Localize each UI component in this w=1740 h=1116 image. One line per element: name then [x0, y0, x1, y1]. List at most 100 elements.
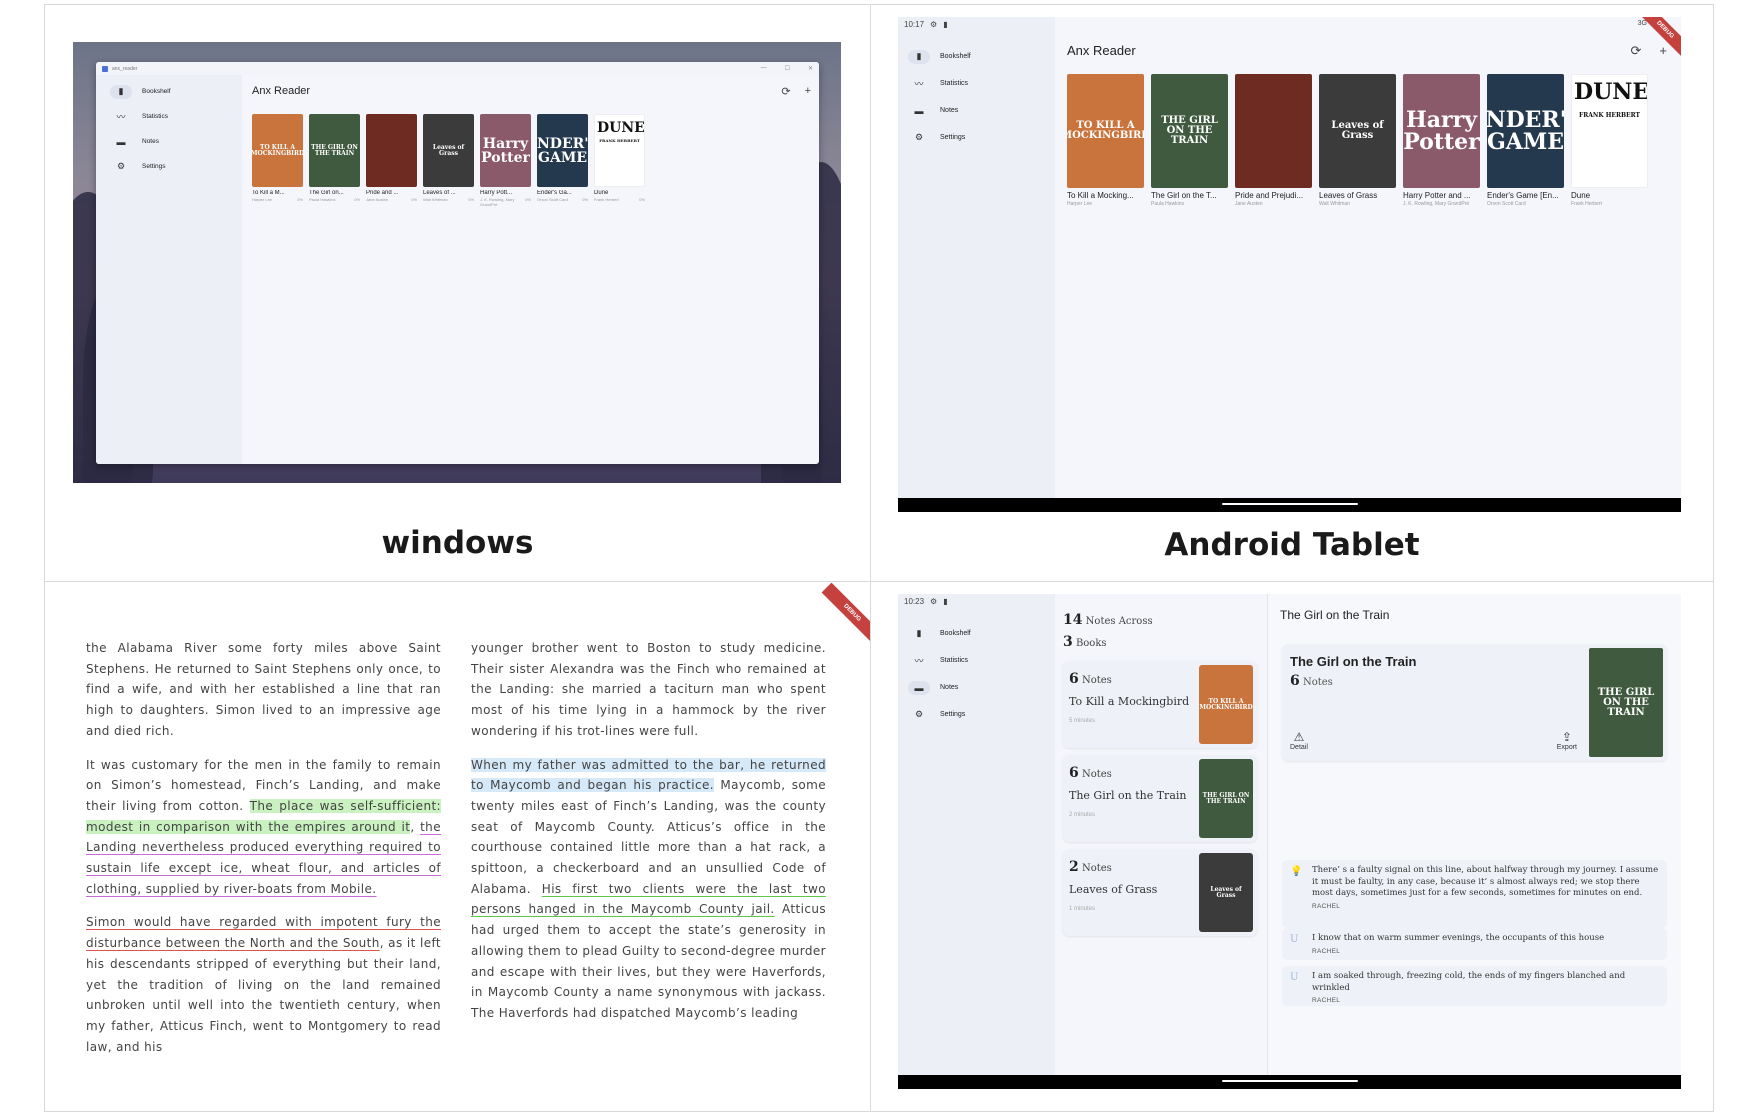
- book-card[interactable]: DUNE FRANK HERBERT Dune Frank Herbert 0%: [594, 114, 645, 207]
- book-author: Orson Scott Card: [537, 197, 568, 202]
- book-cover: DUNE FRANK HERBERT: [594, 114, 645, 187]
- clock: 10:23: [904, 597, 925, 606]
- book-progress: 0%: [525, 197, 531, 202]
- book-progress: 0%: [468, 197, 474, 202]
- notes-count-label: Notes: [1302, 677, 1333, 688]
- paragraph[interactable]: When my father was admitted to the bar, …: [471, 755, 826, 1024]
- book-card[interactable]: THE GIRL ON THE TRAIN The Girl on the T..…: [1151, 74, 1228, 207]
- export-button[interactable]: ⇪ Export: [1557, 730, 1577, 751]
- book-notes-card[interactable]: 2 Notes Leaves of Grass 1 minutes Leaves of…: [1063, 849, 1257, 936]
- book-cover: THE GIRL ON THE TRAIN: [1589, 648, 1663, 757]
- book-author: J. K. Rowling, Mary GrandPré: [480, 197, 515, 207]
- note-quote[interactable]: U I know that on warm summer evenings, th…: [1282, 928, 1667, 960]
- cover-text: THE GIRL ON THE TRAIN: [311, 143, 358, 157]
- warning-icon: ⚠: [1293, 730, 1305, 744]
- book-notes-card[interactable]: 6 Notes The Girl on the Train 2 minutes THE…: [1063, 755, 1257, 842]
- note-icon: ▬: [908, 680, 930, 695]
- paragraph[interactable]: the Alabama River some forty miles above…: [86, 638, 441, 742]
- book-card[interactable]: Pride and Prejudi... Jane Austen: [1235, 74, 1312, 207]
- cover-text: ENDER'S GAME: [1487, 107, 1564, 155]
- note-quote[interactable]: U I am soaked through, freezing cold, the…: [1282, 966, 1667, 1006]
- sidebar-item-bookshelf[interactable]: ▮ Bookshelf: [898, 43, 1055, 70]
- book-card[interactable]: Leaves of Grass Leaves of Grass Walt Whitm…: [1319, 74, 1396, 207]
- tablet-screen: ▮ Bookshelf 〰 Statistics ▬ Notes ⚙ Settings …: [898, 594, 1681, 1089]
- book-card[interactable]: TO KILL A MOCKINGBIRD To Kill a M... Harpe…: [252, 114, 303, 207]
- book-progress: 0%: [297, 197, 303, 202]
- app-window: anx_reader — ☐ ✕ ▮ Bookshelf 〰 Statistics …: [96, 62, 819, 464]
- sidebar-item-statistics[interactable]: 〰 Statistics: [96, 104, 242, 129]
- book-title: To Kill a M...: [252, 190, 285, 196]
- quote-text: I am soaked through, freezing cold, the …: [1312, 971, 1626, 993]
- bulb-icon: 💡: [1290, 866, 1303, 877]
- text-segment: , as it left his descendants stripped of…: [86, 936, 441, 1054]
- maximize-icon[interactable]: ☐: [785, 65, 790, 72]
- cover-text: Harry Potter: [1403, 107, 1480, 155]
- sidebar-item-notes[interactable]: ▬ Notes: [96, 129, 242, 154]
- minimize-icon[interactable]: —: [761, 65, 767, 72]
- sidebar-item-bookshelf[interactable]: ▮ Bookshelf: [96, 79, 242, 104]
- reading-column-left[interactable]: the Alabama River some forty miles above…: [86, 638, 441, 1070]
- book-thumbnail: THE GIRL ON THE TRAIN: [1199, 759, 1253, 838]
- book-card[interactable]: ENDER'S GAME Ender's Game [En...Orson Sco…: [1487, 74, 1564, 207]
- book-summary-card[interactable]: The Girl on the Train 6 Notes ⚠ Detail ⇪ E…: [1282, 644, 1667, 761]
- sd-card-icon: ▮: [943, 597, 948, 606]
- book-cover: Harry Potter: [1403, 74, 1480, 188]
- close-icon[interactable]: ✕: [808, 65, 813, 72]
- text-segment: ,: [410, 819, 421, 834]
- sync-icon[interactable]: ⟳: [781, 85, 790, 98]
- sidebar-item-notes[interactable]: ▬ Notes: [898, 97, 1055, 124]
- book-author: Harper Lee: [1067, 201, 1093, 207]
- settings-status-icon: ⚙: [930, 20, 938, 29]
- paragraph[interactable]: Simon would have regarded with impotent …: [86, 912, 441, 1057]
- home-indicator[interactable]: [1221, 503, 1358, 505]
- book-card[interactable]: DUNE FRANK HERBERT Dune Frank Herbert: [1571, 74, 1648, 207]
- sidebar-item-notes[interactable]: ▬ Notes: [898, 674, 1055, 701]
- detail-button[interactable]: ⚠ Detail: [1290, 730, 1308, 751]
- sidebar-item-label: Settings: [940, 711, 966, 718]
- paragraph[interactable]: younger brother went to Boston to study …: [471, 638, 826, 742]
- window-titlebar[interactable]: anx_reader — ☐ ✕: [96, 62, 819, 75]
- gesture-nav-bar: [898, 1075, 1681, 1089]
- book-cover: Leaves of Grass: [423, 114, 474, 187]
- book-progress: 0%: [354, 197, 360, 202]
- book-author: Jane Austen: [366, 197, 389, 202]
- detail-label: Detail: [1290, 744, 1308, 751]
- plus-icon[interactable]: +: [805, 85, 811, 98]
- book-title: The Girl on the T...: [1151, 191, 1217, 200]
- book-card[interactable]: Leaves of Grass Leaves of ... Walt Whitman…: [423, 114, 474, 207]
- sidebar-item-settings[interactable]: ⚙ Settings: [898, 701, 1055, 728]
- home-indicator[interactable]: [1221, 1080, 1358, 1082]
- book-notes-card[interactable]: 6 Notes To Kill a Mockingbird 5 minutes TO …: [1063, 661, 1257, 748]
- summary-books-label: Books: [1075, 638, 1107, 649]
- sidebar-item-label: Bookshelf: [142, 88, 171, 95]
- book-card[interactable]: THE GIRL ON THE TRAIN The Girl on... Paula…: [309, 114, 360, 207]
- cover-text: [390, 149, 394, 153]
- cover-text: DUNE: [597, 120, 645, 136]
- sidebar-item-settings[interactable]: ⚙ Settings: [96, 154, 242, 179]
- sidebar-item-statistics[interactable]: 〰 Statistics: [898, 70, 1055, 97]
- book-thumbnail: TO KILL A MOCKINGBIRD: [1199, 665, 1253, 744]
- sidebar-item-label: Statistics: [142, 113, 169, 120]
- book-cover: ENDER'S GAME: [1487, 74, 1564, 188]
- book-card[interactable]: Pride and ... Jane Austen 0%: [366, 114, 417, 207]
- notes-count: 6: [1290, 673, 1300, 689]
- notes-list: 14 Notes Across 3 Books 6 Notes To Kill a…: [1055, 594, 1267, 1089]
- plus-icon[interactable]: +: [1659, 43, 1667, 59]
- book-card[interactable]: ENDER'S GAME Ender's Ga...Orson Scott Car…: [537, 114, 588, 207]
- sidebar-item-bookshelf[interactable]: ▮ Bookshelf: [898, 620, 1055, 647]
- clock: 10:17: [904, 20, 925, 29]
- book-cover: TO KILL A MOCKINGBIRD: [1067, 74, 1144, 188]
- sidebar-item-settings[interactable]: ⚙ Settings: [898, 124, 1055, 151]
- reading-column-right[interactable]: younger brother went to Boston to study …: [471, 638, 826, 1037]
- book-title: Pride and Prejudi...: [1235, 191, 1304, 200]
- cover-text: THE GIRL ON THE TRAIN: [1597, 686, 1655, 718]
- sync-icon[interactable]: ⟳: [1631, 43, 1642, 59]
- notes-count: 6: [1069, 765, 1079, 781]
- book-card[interactable]: TO KILL A MOCKINGBIRD To Kill a Mocking..…: [1067, 74, 1144, 207]
- book-card[interactable]: Harry Potter Harry Pott... J. K. Rowling, …: [480, 114, 531, 207]
- paragraph[interactable]: It was customary for the men in the fami…: [86, 755, 441, 900]
- note-quote[interactable]: 💡 There’ s a faulty signal on this line, …: [1282, 860, 1667, 928]
- book-card[interactable]: Harry Potter Harry Potter and ... J. K. Ro…: [1403, 74, 1480, 207]
- sidebar-item-label: Bookshelf: [940, 53, 971, 60]
- sidebar-item-statistics[interactable]: 〰 Statistics: [898, 647, 1055, 674]
